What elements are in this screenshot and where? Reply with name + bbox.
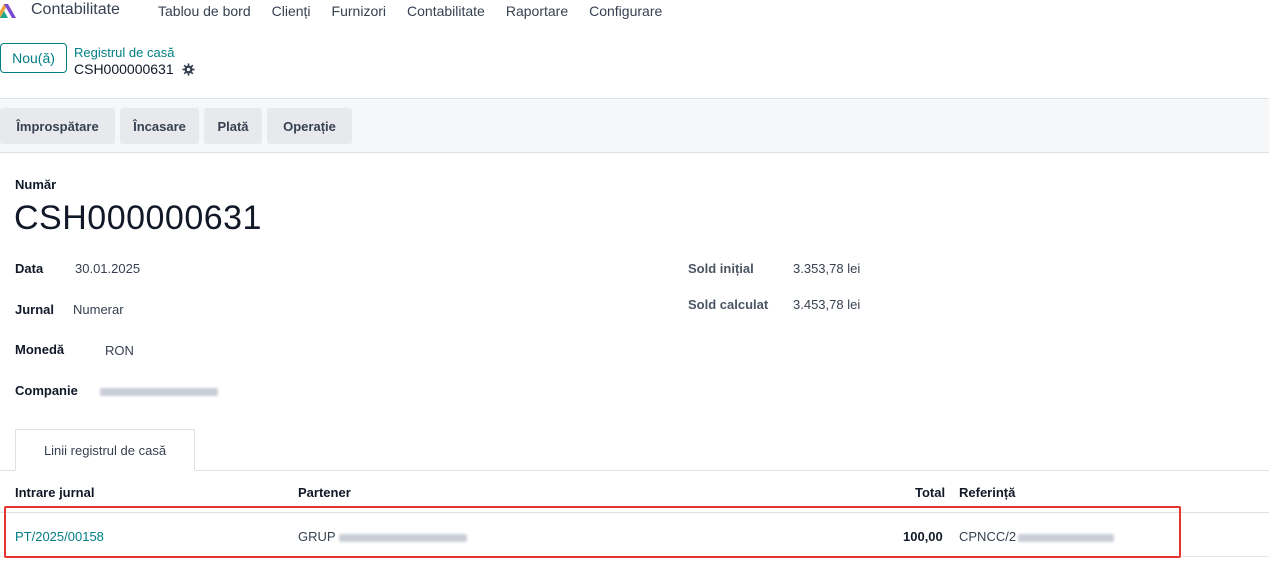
- tab-cash-register-lines[interactable]: Linii registrul de casă: [15, 429, 195, 471]
- menu-item-vendors[interactable]: Furnizori: [332, 3, 386, 19]
- redacted-company: [100, 387, 218, 396]
- new-button[interactable]: Nou(ă): [0, 43, 67, 73]
- initial-balance-label: Sold inițial: [688, 261, 754, 276]
- currency-value[interactable]: RON: [105, 343, 134, 358]
- company-label: Companie: [15, 383, 78, 398]
- menu-item-configuration[interactable]: Configurare: [589, 3, 662, 19]
- journal-value[interactable]: Numerar: [73, 302, 124, 317]
- receipt-button[interactable]: Încasare: [120, 108, 199, 144]
- main-menu: Tablou de bord Clienți Furnizori Contabi…: [158, 3, 683, 19]
- gear-icon[interactable]: [182, 62, 195, 76]
- payment-button[interactable]: Plată: [204, 108, 262, 144]
- record-number: CSH000000631: [14, 199, 262, 237]
- journal-label: Jurnal: [15, 302, 55, 317]
- refresh-button[interactable]: Împrospătare: [0, 108, 115, 144]
- initial-balance-value: 3.353,78 lei: [793, 261, 861, 276]
- date-label: Data: [15, 261, 44, 276]
- top-navbar: Contabilitate Tablou de bord Clienți Fur…: [0, 0, 1269, 24]
- breadcrumb-parent[interactable]: Registrul de casă: [74, 45, 174, 60]
- company-value[interactable]: [100, 383, 218, 398]
- column-header-total[interactable]: Total: [915, 485, 945, 500]
- accounting-app-icon[interactable]: [0, 0, 18, 20]
- control-panel: Nou(ă) Registrul de casă CSH000000631: [0, 38, 1269, 98]
- menu-item-reporting[interactable]: Raportare: [506, 3, 568, 19]
- app-name[interactable]: Contabilitate: [31, 1, 120, 19]
- number-label: Număr: [15, 177, 57, 192]
- column-header-journal-entry[interactable]: Intrare jurnal: [15, 485, 94, 500]
- currency-label: Monedă: [15, 342, 65, 357]
- breadcrumb-current: CSH000000631: [74, 61, 195, 77]
- operation-button[interactable]: Operație: [267, 108, 352, 144]
- column-header-partner[interactable]: Partener: [298, 485, 351, 500]
- computed-balance-label: Sold calculat: [688, 297, 769, 312]
- column-header-reference[interactable]: Referință: [959, 485, 1015, 500]
- date-value[interactable]: 30.01.2025: [75, 261, 140, 276]
- action-bar: Împrospătare Încasare Plată Operație: [0, 99, 1269, 153]
- menu-item-accounting[interactable]: Contabilitate: [407, 3, 485, 19]
- computed-balance-value: 3.453,78 lei: [793, 297, 861, 312]
- menu-item-customers[interactable]: Clienți: [272, 3, 311, 19]
- menu-item-dashboard[interactable]: Tablou de bord: [158, 3, 251, 19]
- highlight-box: [4, 506, 1181, 558]
- record-name: CSH000000631: [74, 61, 174, 77]
